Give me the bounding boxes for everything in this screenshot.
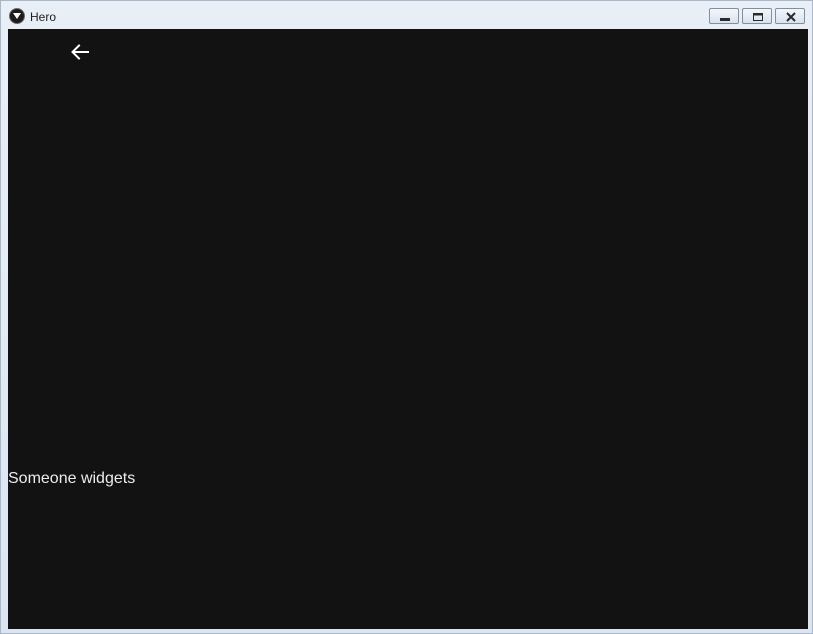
- maximize-icon: [753, 13, 763, 21]
- window-title: Hero: [30, 10, 57, 24]
- app-icon[interactable]: [10, 9, 24, 23]
- maximize-button[interactable]: [742, 8, 772, 24]
- minimize-icon: [720, 18, 730, 21]
- title-bar[interactable]: Hero: [1, 1, 812, 28]
- arrow-back-icon: [71, 44, 89, 60]
- minimize-button[interactable]: [709, 8, 739, 24]
- back-button[interactable]: [68, 40, 92, 64]
- close-icon: [786, 12, 796, 22]
- app-window: Hero Someone widgets: [0, 0, 813, 634]
- hero-text: Someone widgets: [8, 470, 136, 487]
- app-content: Someone widgets: [8, 29, 808, 629]
- close-button[interactable]: [775, 8, 805, 24]
